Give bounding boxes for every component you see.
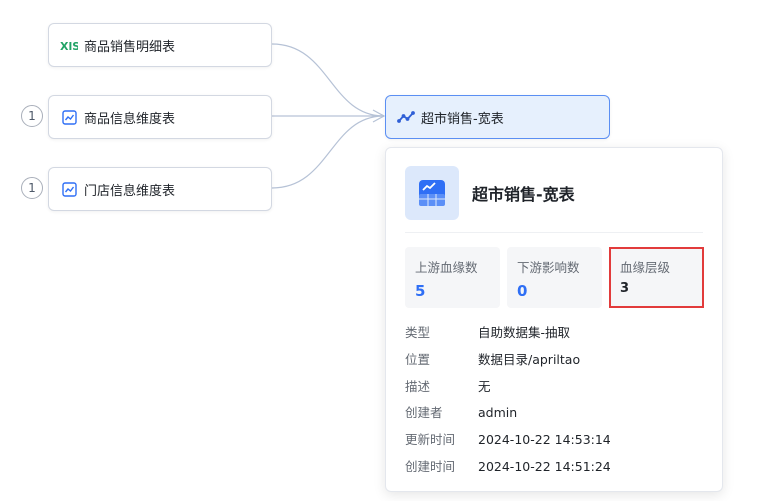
detail-title: 超市销售-宽表: [472, 185, 575, 204]
dataset-lineage-icon: [397, 108, 415, 126]
stat-label: 上游血缘数: [415, 260, 478, 275]
field-value: 自助数据集-抽取: [478, 325, 571, 340]
field-key: 位置: [405, 352, 431, 367]
field-key: 类型: [405, 325, 431, 340]
field-value: admin: [478, 405, 518, 420]
stat-label: 下游影响数: [517, 260, 580, 275]
lineage-node-source-product-dim[interactable]: 商品信息维度表: [48, 95, 272, 139]
field-value: 数据目录/apriltao: [478, 352, 581, 367]
stat-lineage-level: 血缘层级 3: [609, 247, 704, 308]
lineage-node-source-store-dim[interactable]: 门店信息维度表: [48, 167, 272, 211]
field-key: 描述: [405, 379, 431, 394]
stat-label: 血缘层级: [620, 260, 671, 275]
field-creator: 创建者 admin: [405, 402, 517, 421]
divider: [405, 232, 703, 233]
lineage-node-target-dataset[interactable]: 超市销售-宽表: [385, 95, 610, 139]
chart-table-icon: [60, 108, 78, 126]
node-label: 门店信息维度表: [84, 183, 176, 199]
node-label: 商品信息维度表: [84, 111, 176, 127]
dataset-table-icon: [405, 166, 459, 220]
node-label: 超市销售-宽表: [421, 111, 504, 127]
node-count-badge[interactable]: 1: [21, 105, 43, 127]
field-type: 类型 自助数据集-抽取: [405, 322, 570, 341]
field-description: 描述 无: [405, 376, 491, 395]
field-key: 创建时间: [405, 459, 456, 474]
xls-file-icon: XlS: [60, 36, 78, 54]
node-label: 商品销售明细表: [84, 39, 176, 55]
stat-value: 5: [415, 282, 426, 300]
stat-downstream-impact: 下游影响数 0: [507, 247, 602, 308]
node-count-badge[interactable]: 1: [21, 177, 43, 199]
field-updated-time: 更新时间 2024-10-22 14:53:14: [405, 429, 611, 448]
field-key: 更新时间: [405, 432, 456, 447]
field-location: 位置 数据目录/apriltao: [405, 349, 580, 368]
dataset-detail-card: 超市销售-宽表 上游血缘数 5 下游影响数 0 血缘层级 3 类型 自助数据集-抽…: [385, 147, 723, 492]
stat-upstream-lineage: 上游血缘数 5: [405, 247, 500, 308]
svg-text:XlS: XlS: [60, 40, 78, 52]
field-value: 2024-10-22 14:53:14: [478, 432, 611, 447]
stat-value: 0: [517, 282, 528, 300]
field-key: 创建者: [405, 405, 443, 420]
field-value: 2024-10-22 14:51:24: [478, 459, 611, 474]
edge-arrowhead: [372, 109, 386, 123]
edge-source1-target: [271, 43, 385, 117]
edge-source3-target: [271, 115, 385, 189]
field-value: 无: [478, 379, 491, 394]
lineage-node-source-sales-detail[interactable]: XlS 商品销售明细表: [48, 23, 272, 67]
field-created-time: 创建时间 2024-10-22 14:51:24: [405, 456, 611, 475]
stat-value: 3: [620, 281, 630, 296]
chart-table-icon: [60, 180, 78, 198]
